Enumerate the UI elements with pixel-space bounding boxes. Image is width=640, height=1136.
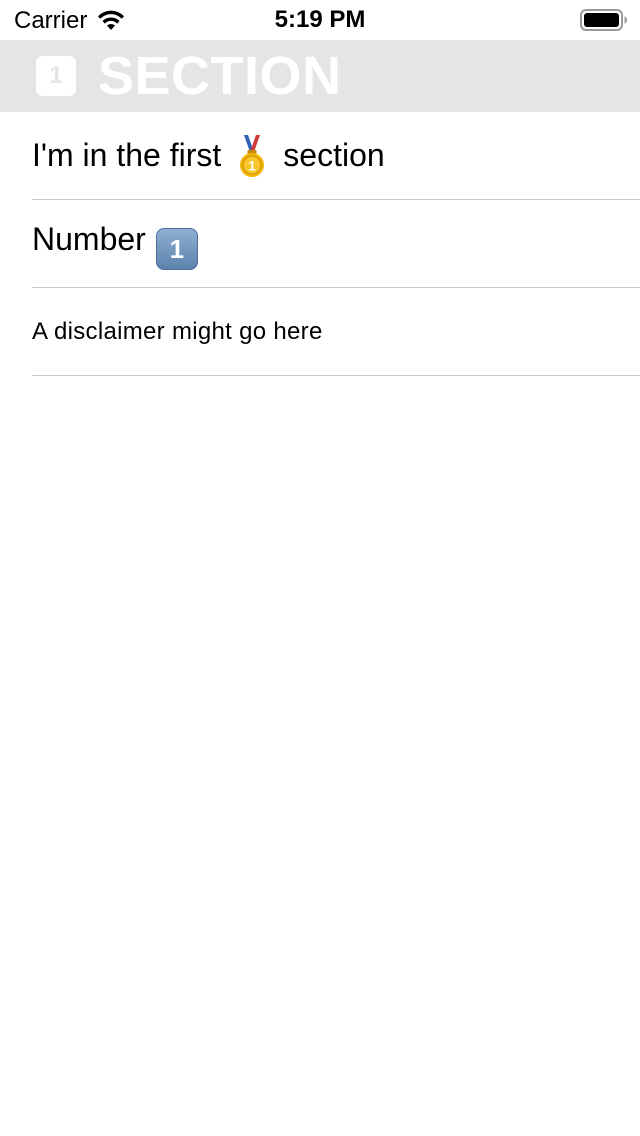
row-text-before: I'm in the first [32, 137, 222, 173]
row-label: Number 1 [32, 219, 198, 270]
svg-text:1: 1 [248, 158, 256, 174]
table-row[interactable]: A disclaimer might go here [0, 288, 640, 376]
table-view[interactable]: I'm in the first 1 section Number 1 A dis… [0, 112, 640, 376]
row-text: Number [32, 220, 146, 257]
row-label: I'm in the first 1 section [32, 134, 385, 178]
keycap-one-icon: 1 [36, 56, 76, 96]
table-row[interactable]: I'm in the first 1 section [0, 112, 640, 200]
keycap-one-blue-icon: 1 [155, 227, 198, 270]
first-place-medal-icon: 1 [240, 135, 265, 177]
status-bar: Carrier 5:19 PM [0, 0, 640, 40]
battery-icon [580, 9, 627, 31]
clock: 5:19 PM [274, 6, 366, 33]
section-header: 1 SECTION [0, 40, 640, 112]
table-row[interactable]: Number 1 [0, 200, 640, 288]
row-text-after: section [283, 137, 385, 173]
disclaimer-text: A disclaimer might go here [32, 318, 323, 345]
section-title: SECTION [98, 46, 342, 106]
